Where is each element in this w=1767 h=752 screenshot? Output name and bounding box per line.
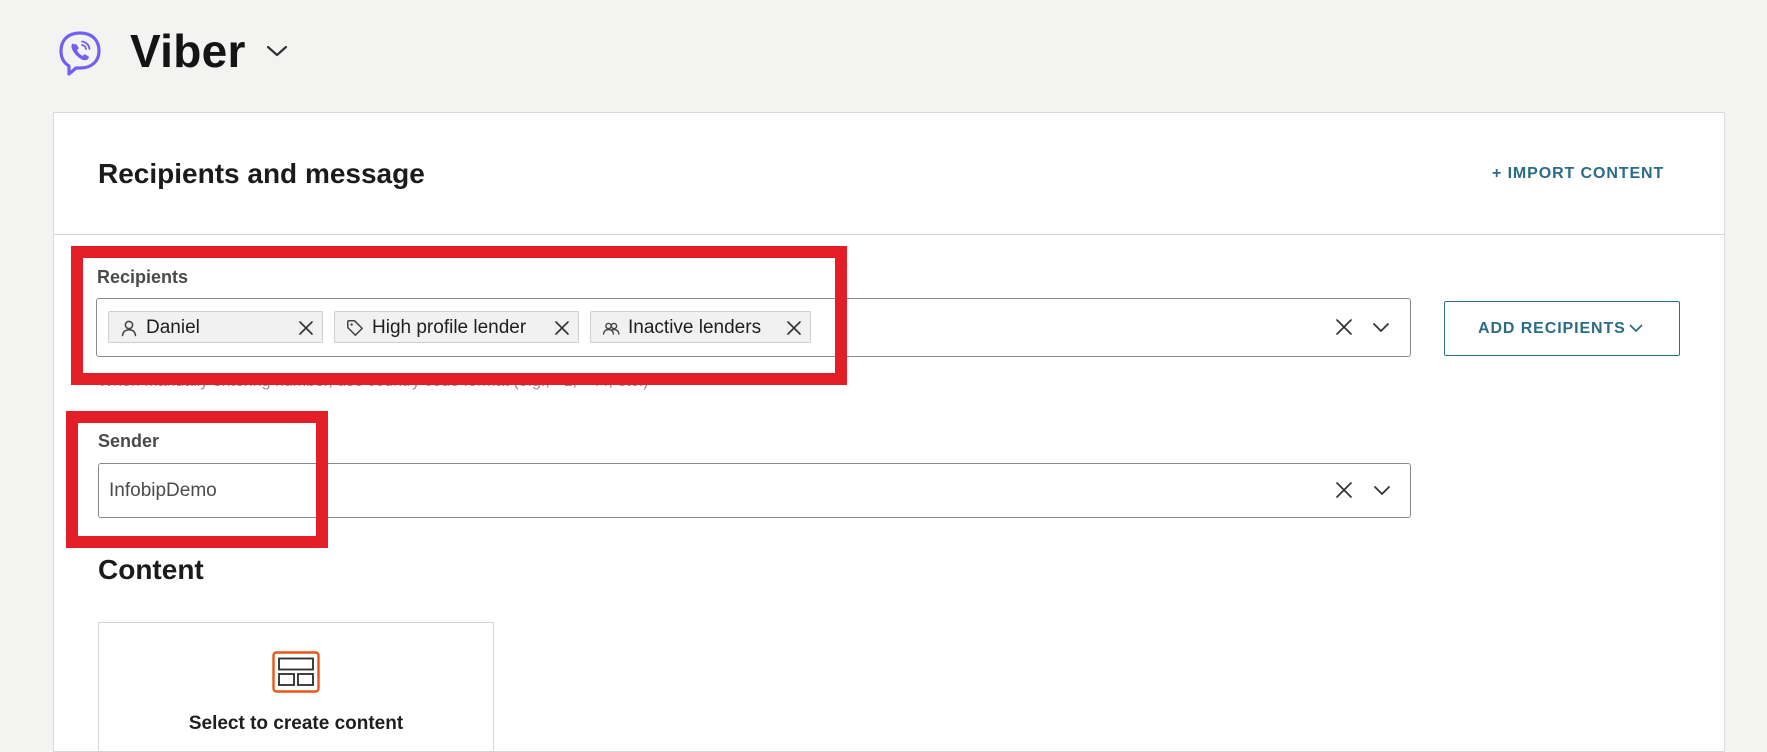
close-icon[interactable]: [786, 320, 802, 336]
chevron-down-icon[interactable]: [1373, 485, 1391, 497]
chevron-down-icon: [1629, 324, 1643, 332]
group-icon: [602, 322, 620, 335]
tag-icon: [347, 320, 363, 336]
clear-icon[interactable]: [1335, 481, 1353, 499]
card-divider: [54, 234, 1724, 235]
sender-label: Sender: [98, 431, 160, 451]
viber-logo-icon: [59, 31, 101, 76]
page-title: Viber: [130, 25, 246, 77]
sender-select[interactable]: [98, 463, 1411, 518]
sender-value: InfobipDemo: [109, 480, 217, 501]
recipient-chip-inactive-lenders: Inactive lenders: [590, 311, 811, 343]
import-content-button[interactable]: + IMPORT CONTENT: [1492, 163, 1664, 185]
close-icon[interactable]: [554, 320, 570, 336]
close-icon[interactable]: [298, 320, 314, 336]
chip-label: Inactive lenders: [628, 317, 762, 338]
content-title: Content: [98, 554, 204, 585]
chevron-down-icon[interactable]: [1372, 322, 1390, 334]
create-content-card[interactable]: Select to create content: [98, 622, 494, 752]
recipient-chip-high-profile-lender: High profile lender: [334, 311, 579, 343]
clear-icon[interactable]: [1335, 318, 1353, 336]
chip-label: Daniel: [146, 317, 200, 338]
section-title: Recipients and message: [98, 158, 425, 189]
add-recipients-button[interactable]: ADD RECIPIENTS: [1444, 301, 1680, 356]
add-recipients-label: ADD RECIPIENTS: [1478, 320, 1626, 337]
layout-template-icon: [272, 651, 320, 693]
chevron-down-icon[interactable]: [264, 42, 290, 60]
recipients-label: Recipients: [97, 267, 189, 287]
recipients-hint: When manually entering number, use count…: [98, 373, 649, 390]
create-content-label: Select to create content: [188, 713, 404, 734]
chip-label: High profile lender: [372, 317, 527, 338]
recipient-chip-daniel: Daniel: [108, 311, 323, 343]
person-icon: [121, 320, 137, 337]
